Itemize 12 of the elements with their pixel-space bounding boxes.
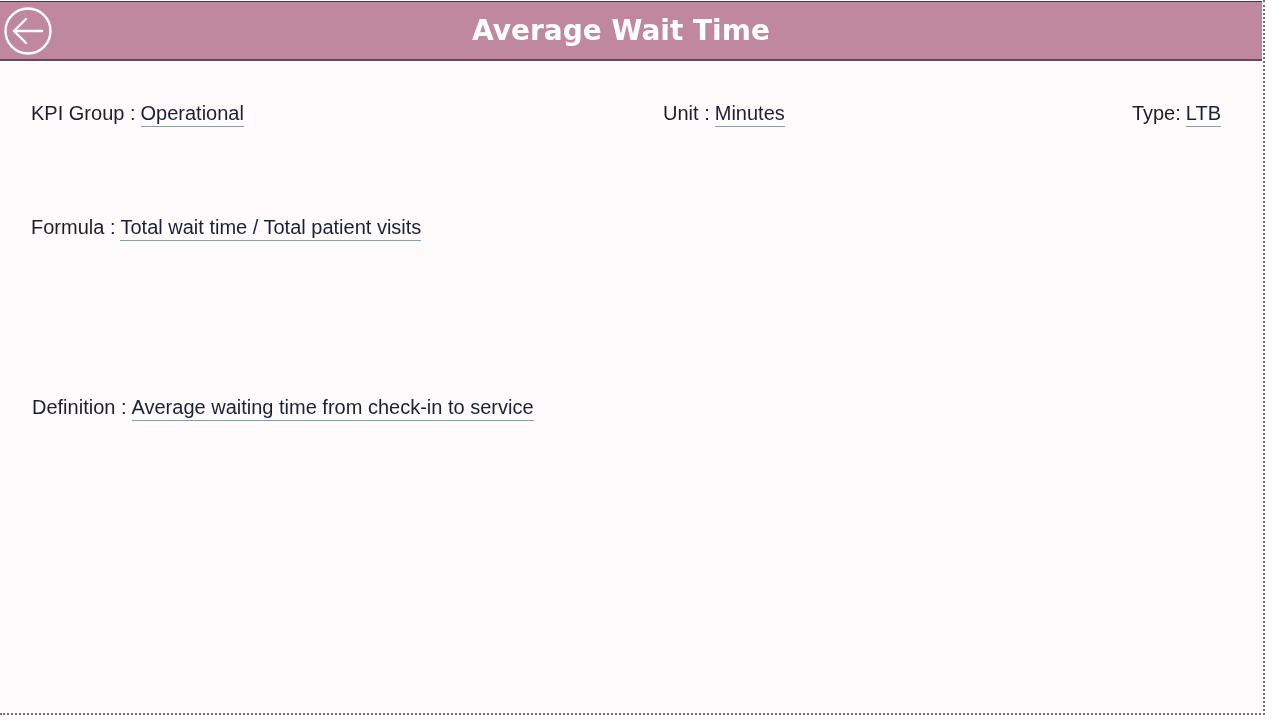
field-value: Minutes: [714, 101, 785, 127]
page-title: Average Wait Time: [472, 13, 770, 48]
back-button[interactable]: [4, 6, 52, 55]
field-label: Formula :: [31, 215, 116, 239]
field-value: Operational: [140, 101, 244, 127]
field-value: Total wait time / Total patient visits: [120, 215, 422, 241]
field-label: Unit :: [663, 101, 710, 125]
field-label: Type:: [1131, 101, 1181, 125]
field-value: Average waiting time from check-in to service: [131, 395, 534, 421]
field-value: LTB: [1185, 101, 1221, 127]
field-label: KPI Group :: [31, 101, 136, 125]
field-label: Definition :: [32, 395, 127, 419]
